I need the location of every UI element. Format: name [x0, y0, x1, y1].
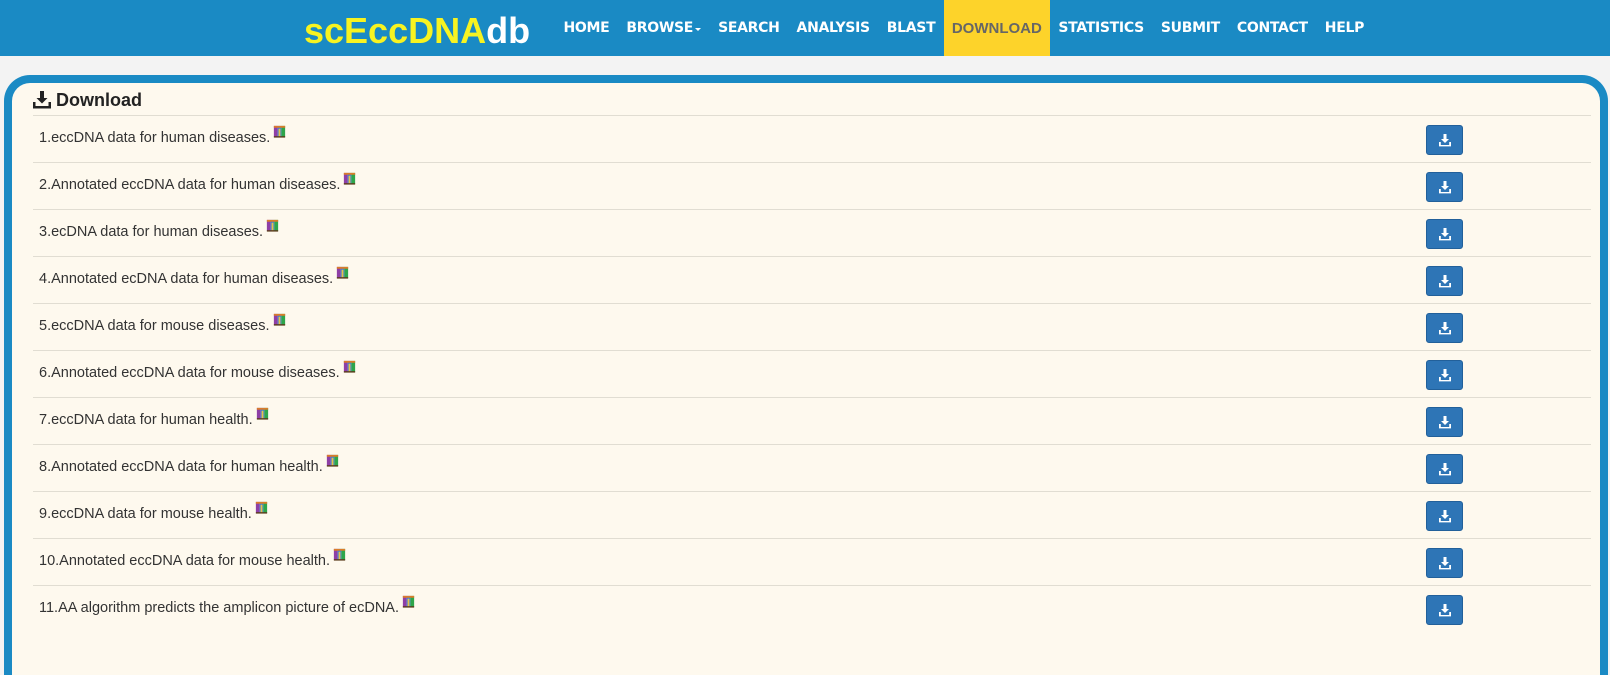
download-icon — [1438, 416, 1451, 429]
download-icon — [1438, 322, 1451, 335]
nav-blast-label: BLAST — [886, 20, 936, 36]
download-label-text: 8.Annotated eccDNA data for human health… — [39, 459, 323, 475]
nav-help[interactable]: HELP — [1316, 0, 1372, 56]
archive-file-icon — [337, 266, 349, 279]
archive-file-icon — [326, 454, 338, 467]
download-row: 6.Annotated eccDNA data for mouse diseas… — [33, 350, 1591, 397]
download-row: 11.AA algorithm predicts the amplicon pi… — [33, 585, 1591, 632]
brand-name-part2: db — [486, 10, 531, 51]
nav-contact-label: CONTACT — [1236, 20, 1308, 36]
download-button[interactable] — [1426, 125, 1463, 155]
download-icon — [1438, 604, 1451, 617]
download-row: 5.eccDNA data for mouse diseases. — [33, 303, 1591, 350]
panel-title-text: Download — [56, 89, 142, 110]
archive-file-icon — [333, 548, 346, 561]
download-icon — [33, 91, 51, 109]
dropdown-caret-icon — [695, 27, 702, 31]
download-row: 7.eccDNA data for human health. — [33, 397, 1591, 444]
archive-file-icon — [266, 219, 279, 232]
download-row: 10.Annotated eccDNA data for mouse healt… — [33, 538, 1591, 585]
download-label: 2.Annotated eccDNA data for human diseas… — [39, 172, 357, 193]
brand-name-part1: scEccDNA — [304, 10, 487, 51]
download-label: 5.eccDNA data for mouse diseases. — [39, 313, 287, 334]
nav-home-label: HOME — [563, 20, 610, 36]
download-icon — [1438, 557, 1451, 570]
download-label-text: 10.Annotated eccDNA data for mouse healt… — [39, 553, 330, 569]
download-button[interactable] — [1426, 407, 1463, 437]
archive-file-icon — [255, 501, 267, 514]
download-label-text: 6.Annotated eccDNA data for mouse diseas… — [39, 365, 340, 381]
download-row: 8.Annotated eccDNA data for human health… — [33, 444, 1591, 491]
download-icon — [1438, 181, 1451, 194]
download-label: 11.AA algorithm predicts the amplicon pi… — [39, 595, 416, 616]
downloads-table: 1.eccDNA data for human diseases. 2.Anno… — [33, 115, 1591, 632]
download-label-text: 2.Annotated eccDNA data for human diseas… — [39, 177, 341, 193]
download-row: 1.eccDNA data for human diseases. — [33, 115, 1591, 162]
download-icon — [1438, 369, 1451, 382]
main-nav: HOME BROWSE SEARCH ANALYSIS BLAST DOWNLO… — [555, 0, 1373, 56]
nav-submit-label: SUBMIT — [1160, 20, 1220, 36]
archive-file-icon — [402, 595, 415, 608]
nav-submit[interactable]: SUBMIT — [1152, 0, 1228, 56]
download-label-text: 4.Annotated ecDNA data for human disease… — [39, 271, 334, 287]
download-label-text: 1.eccDNA data for human diseases. — [39, 130, 271, 146]
download-label: 3.ecDNA data for human diseases. — [39, 219, 280, 240]
download-label: 7.eccDNA data for human health. — [39, 407, 270, 428]
download-label: 10.Annotated eccDNA data for mouse healt… — [39, 548, 347, 569]
download-button[interactable] — [1426, 313, 1463, 343]
download-button[interactable] — [1426, 548, 1463, 578]
download-icon — [1438, 463, 1451, 476]
download-icon — [1438, 510, 1451, 523]
download-button[interactable] — [1426, 219, 1463, 249]
download-button[interactable] — [1426, 172, 1463, 202]
download-icon — [1438, 275, 1451, 288]
download-button[interactable] — [1426, 454, 1463, 484]
download-label-text: 9.eccDNA data for mouse health. — [39, 506, 252, 522]
download-button[interactable] — [1426, 266, 1463, 296]
nav-contact[interactable]: CONTACT — [1228, 0, 1316, 56]
download-icon — [1438, 228, 1451, 241]
download-panel: Download 1.eccDNA data for human disease… — [4, 75, 1608, 675]
nav-search[interactable]: SEARCH — [710, 0, 788, 56]
archive-file-icon — [273, 313, 285, 326]
download-label-text: 7.eccDNA data for human health. — [39, 412, 253, 428]
top-navbar: scEccDNAdb HOME BROWSE SEARCH ANALYSIS B… — [0, 0, 1610, 56]
download-button[interactable] — [1426, 595, 1463, 625]
download-icon — [1438, 134, 1451, 147]
nav-search-label: SEARCH — [718, 20, 780, 36]
download-button[interactable] — [1426, 501, 1463, 531]
download-label: 9.eccDNA data for mouse health. — [39, 501, 269, 522]
download-button[interactable] — [1426, 360, 1463, 390]
nav-statistics[interactable]: STATISTICS — [1050, 0, 1153, 56]
download-row: 2.Annotated eccDNA data for human diseas… — [33, 162, 1591, 209]
archive-file-icon — [343, 360, 355, 373]
nav-download-label: DOWNLOAD — [951, 19, 1042, 37]
archive-file-icon — [256, 407, 268, 420]
panel-title: Download — [32, 87, 142, 113]
archive-file-icon — [344, 172, 356, 185]
nav-help-label: HELP — [1324, 20, 1365, 36]
nav-browse-label: BROWSE — [626, 20, 694, 36]
download-label-text: 11.AA algorithm predicts the amplicon pi… — [39, 600, 399, 616]
download-label: 1.eccDNA data for human diseases. — [39, 125, 287, 146]
download-row: 9.eccDNA data for mouse health. — [33, 491, 1591, 538]
nav-home[interactable]: HOME — [555, 0, 618, 56]
site-logo[interactable]: scEccDNAdb — [304, 11, 530, 51]
nav-analysis[interactable]: ANALYSIS — [788, 0, 878, 56]
nav-statistics-label: STATISTICS — [1058, 20, 1144, 36]
nav-blast[interactable]: BLAST — [878, 0, 944, 56]
nav-analysis-label: ANALYSIS — [796, 20, 871, 36]
download-label-text: 3.ecDNA data for human diseases. — [39, 224, 264, 240]
download-label: 8.Annotated eccDNA data for human health… — [39, 454, 340, 475]
nav-download[interactable]: DOWNLOAD — [943, 0, 1050, 56]
archive-file-icon — [274, 125, 286, 138]
nav-browse[interactable]: BROWSE — [618, 0, 710, 56]
download-label-text: 5.eccDNA data for mouse diseases. — [39, 318, 270, 334]
download-row: 4.Annotated ecDNA data for human disease… — [33, 256, 1591, 303]
download-label: 6.Annotated eccDNA data for mouse diseas… — [39, 360, 357, 381]
download-row: 3.ecDNA data for human diseases. — [33, 209, 1591, 256]
download-label: 4.Annotated ecDNA data for human disease… — [39, 266, 350, 287]
